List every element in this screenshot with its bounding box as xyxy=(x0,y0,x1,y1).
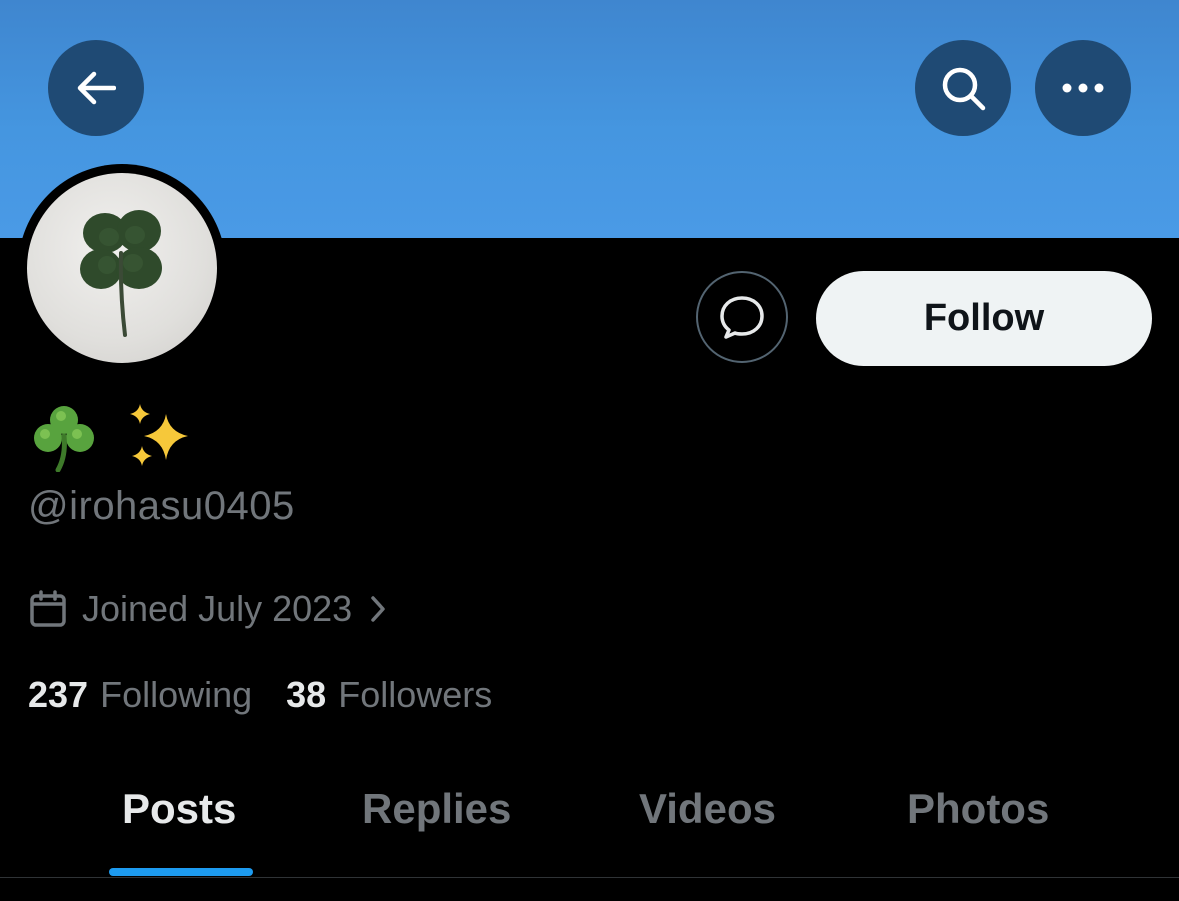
profile-handle: @irohasu0405 xyxy=(28,484,295,528)
search-button[interactable] xyxy=(915,40,1011,136)
arrow-left-icon xyxy=(77,71,116,105)
tab-posts[interactable]: Posts xyxy=(122,785,236,833)
followers-link[interactable]: 38 Followers xyxy=(286,674,492,716)
tabs-divider xyxy=(0,877,1179,878)
avatar[interactable] xyxy=(27,173,217,363)
chevron-right-icon xyxy=(371,596,385,622)
follow-button[interactable]: Follow xyxy=(816,271,1152,366)
message-bubble-icon xyxy=(720,296,764,339)
message-button[interactable] xyxy=(696,271,788,363)
joined-date[interactable]: Joined July 2023 xyxy=(28,588,388,630)
following-label: Following xyxy=(100,674,253,715)
tab-photos[interactable]: Photos xyxy=(907,785,1049,833)
followers-count: 38 xyxy=(286,674,327,715)
more-options-button[interactable] xyxy=(1035,40,1131,136)
display-name xyxy=(28,396,192,476)
calendar-icon xyxy=(30,590,66,627)
joined-date-label: Joined July 2023 xyxy=(82,588,353,629)
active-tab-indicator xyxy=(109,868,253,876)
search-icon xyxy=(942,67,986,111)
followers-label: Followers xyxy=(338,674,493,715)
following-link[interactable]: 237 Following xyxy=(28,674,252,716)
tab-videos[interactable]: Videos xyxy=(639,785,776,833)
back-button[interactable] xyxy=(48,40,144,136)
tab-replies[interactable]: Replies xyxy=(362,785,511,833)
following-count: 237 xyxy=(28,674,89,715)
four-leaf-clover-image xyxy=(80,210,162,337)
shamrock-emoji xyxy=(34,406,94,472)
sparkles-emoji xyxy=(130,404,188,466)
profile-tabs: Posts Replies Videos Photos xyxy=(0,765,1179,877)
follow-stats: 237 Following 38 Followers xyxy=(28,674,492,716)
more-horizontal-icon xyxy=(1062,83,1104,93)
